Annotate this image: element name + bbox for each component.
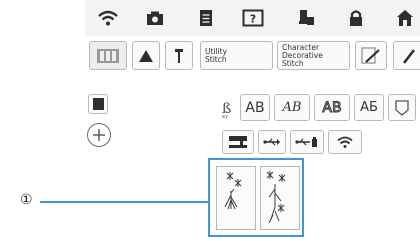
font-tile-script[interactable]: AB [274,94,310,121]
top-toolbar: ? [85,0,420,36]
character-decorative-stitch-tab[interactable]: Character Decorative Stitch [277,41,350,70]
svg-text:?: ? [250,13,256,26]
home-icon[interactable] [390,5,420,31]
embroidery-pattern-icon [224,172,242,210]
callout-marker: ① [20,192,33,208]
pattern-tile-1[interactable] [216,166,256,230]
font-partial-label: ey [222,114,229,120]
stop-icon [92,98,104,110]
add-button[interactable] [87,123,111,147]
plus-icon [93,129,105,141]
sewing-machine-icon[interactable] [222,130,254,154]
usb-drive-icon[interactable] [290,130,324,154]
thread-icon[interactable] [291,5,321,31]
edit-pattern-icon[interactable] [355,41,387,70]
help-icon[interactable]: ? [238,5,268,31]
font-partial-tile[interactable]: ß ey [219,98,237,122]
callout-leader-line [40,201,210,203]
font-tile-sans[interactable]: AB [240,94,270,121]
pattern-selection-area [208,158,304,237]
character-decorative-stitch-label: Character Decorative Stitch [282,42,323,68]
presser-foot-icon[interactable] [132,41,160,70]
wireless-icon[interactable] [328,130,362,154]
pencil-icon[interactable] [393,41,420,70]
lock-icon[interactable] [341,5,371,31]
camera-icon[interactable] [140,5,170,31]
utility-stitch-label: Utility Stitch [205,46,228,64]
shield-icon[interactable] [388,94,416,121]
pattern-tile-2[interactable] [260,166,300,230]
document-icon[interactable] [191,5,221,31]
needle-icon[interactable] [165,41,193,70]
usb-icon[interactable] [258,130,286,154]
embroidery-frame-button[interactable] [89,41,127,70]
font-tile-cyrillic[interactable]: АБ [354,94,384,121]
utility-stitch-tab[interactable]: Utility Stitch [200,41,273,70]
font-tile-outline[interactable]: AB [314,94,350,121]
embroidery-pattern-icon [266,171,286,224]
wifi-icon[interactable] [93,5,123,31]
stop-button[interactable] [88,94,108,114]
